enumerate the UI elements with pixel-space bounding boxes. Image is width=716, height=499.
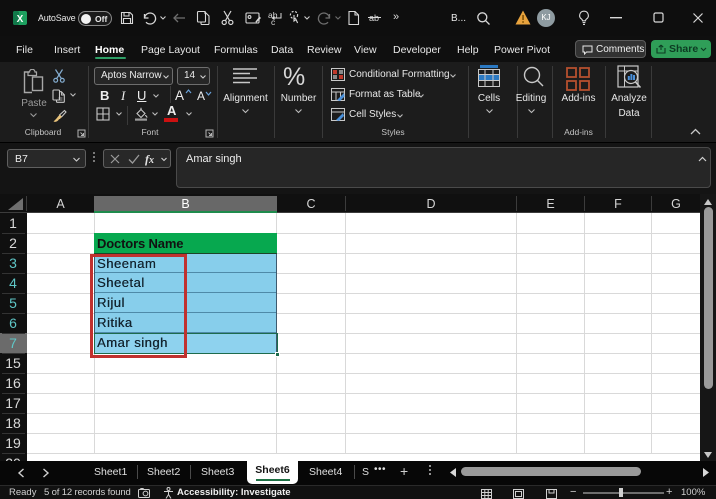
svg-text:X: X [17,14,24,25]
